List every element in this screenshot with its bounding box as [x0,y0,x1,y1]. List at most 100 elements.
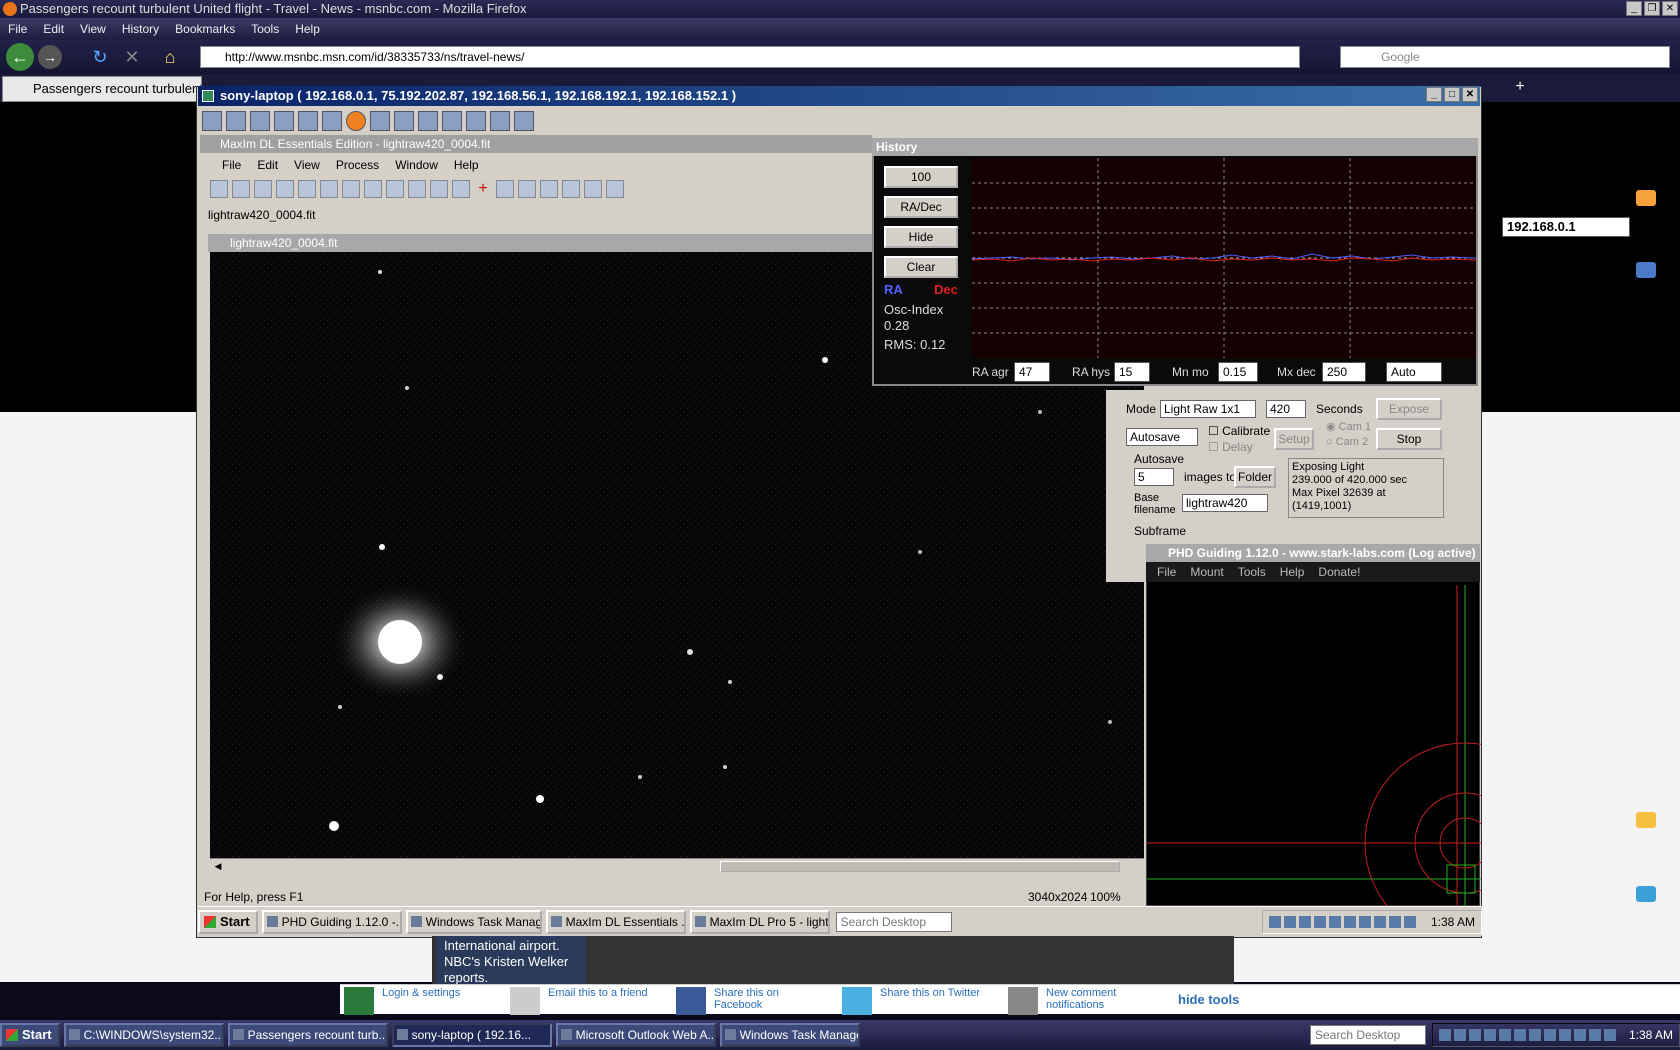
fullscreen-icon[interactable] [394,111,414,131]
tray-icon[interactable] [1513,1029,1526,1041]
toolbar-icon-8[interactable] [370,111,390,131]
settings-icon[interactable] [364,180,382,198]
monitor-icon[interactable] [418,111,438,131]
remote-maximize-button[interactable]: □ [1444,87,1460,102]
maxim-menu-process[interactable]: Process [328,155,387,175]
zoom-out-icon[interactable] [408,180,426,198]
expose-button[interactable]: Expose [1376,398,1442,420]
minimize-button[interactable]: _ [1626,1,1642,16]
base-filename-input[interactable]: lightraw420 [1182,494,1268,512]
tray-icon[interactable] [1388,915,1401,928]
mn-mo-input[interactable]: 0.15 [1218,362,1258,382]
reload-icon[interactable]: ↻ [86,43,114,71]
tray-icon[interactable] [1558,1029,1571,1041]
remote-task-phd[interactable]: PHD Guiding 1.12.0 -... [261,909,402,934]
forward-button[interactable]: → [38,45,62,69]
tray-icon[interactable] [1268,915,1281,928]
ra-hys-input[interactable]: 15 [1114,362,1150,382]
tray-icon[interactable] [1373,915,1386,928]
tray-icon[interactable] [1468,1029,1481,1041]
stop-button[interactable]: Stop [1376,428,1442,450]
tray-icon[interactable] [1313,915,1326,928]
histogram-icon[interactable] [452,180,470,198]
autosave-select[interactable]: Autosave [1126,428,1198,446]
save-icon[interactable] [232,180,250,198]
tab-msnbc[interactable]: Passengers recount turbulent... [2,76,202,102]
menu-file[interactable]: File [0,18,35,40]
remote-start-button[interactable]: Start [198,909,258,934]
toolbar-icon-3[interactable] [250,111,270,131]
mode-select[interactable]: Light Raw 1x1 [1160,400,1256,418]
history-100-button[interactable]: 100 [884,166,958,188]
cam2-radio[interactable]: ○ Cam 2 [1326,436,1368,448]
redo-icon[interactable] [298,180,316,198]
tray-icon[interactable] [1438,1029,1451,1041]
chat-icon[interactable] [514,111,534,131]
back-button[interactable]: ← [6,43,34,71]
tray-icon[interactable] [1403,915,1416,928]
refresh-icon[interactable] [274,111,294,131]
transfer-icon[interactable] [442,111,462,131]
autosave-count-input[interactable]: 5 [1134,468,1174,486]
tool-icon-19[interactable] [606,180,624,198]
comment-icon[interactable] [1636,812,1656,828]
tray-icon[interactable] [1453,1029,1466,1041]
new-tab-button[interactable]: + [1510,78,1530,98]
task-cmd[interactable]: C:\WINDOWS\system32... [63,1023,224,1047]
remote-task-maxim-ess[interactable]: MaxIm DL Essentials ... [545,909,686,934]
tray-icon[interactable] [1603,1029,1616,1041]
history-radec-button[interactable]: RA/Dec [884,196,958,218]
camera-control-icon[interactable] [342,180,360,198]
tray-icon[interactable] [1483,1029,1496,1041]
windows-icon[interactable] [298,111,318,131]
url-bar[interactable]: http://www.msnbc.msn.com/id/38335733/ns/… [200,46,1300,68]
share-icon[interactable] [1636,886,1656,902]
tray-icon[interactable] [1528,1029,1541,1041]
toolbar-icon-13[interactable] [490,111,510,131]
info-icon[interactable] [430,180,448,198]
email-link[interactable]: Email this to a friend [510,987,650,1015]
menu-tools[interactable]: Tools [243,18,287,40]
twitter-link[interactable]: Share this on Twitter [842,987,982,1015]
close-button[interactable]: ✕ [1662,1,1678,16]
phd-menu-file[interactable]: File [1150,562,1183,582]
mx-dec-input[interactable]: 250 [1322,362,1366,382]
home-icon[interactable]: ⌂ [156,43,184,71]
video-icon[interactable] [1636,190,1656,206]
dec-mode-select[interactable]: Auto [1386,362,1442,382]
zoom-in-icon[interactable] [386,180,404,198]
tray-icon[interactable] [1588,1029,1601,1041]
tool-icon-15[interactable] [518,180,536,198]
ip-address-field[interactable]: 192.168.0.1 [1502,217,1630,237]
tool-icon-18[interactable] [584,180,602,198]
menu-edit[interactable]: Edit [35,18,72,40]
tray-icon[interactable] [1328,915,1341,928]
search-bar[interactable]: Google [1340,46,1670,68]
tool-icon-16[interactable] [540,180,558,198]
phd-menu-tools[interactable]: Tools [1231,562,1273,582]
task-outlook[interactable]: Microsoft Outlook Web A... [555,1023,716,1047]
maxim-menu-edit[interactable]: Edit [249,155,286,175]
menu-history[interactable]: History [114,18,167,40]
toolbar-icon-6[interactable] [322,111,342,131]
select-icon[interactable] [496,180,514,198]
comment-notifications-link[interactable]: New comment notifications [1008,987,1168,1015]
menu-bookmarks[interactable]: Bookmarks [167,18,243,40]
start-button[interactable]: Start [0,1023,60,1047]
maxim-menu-help[interactable]: Help [446,155,487,175]
alert-icon[interactable] [346,111,366,131]
scroll-thumb[interactable] [720,861,1120,872]
maxim-menu-view[interactable]: View [286,155,328,175]
menu-view[interactable]: View [72,18,114,40]
hide-tools-link[interactable]: hide tools [1178,987,1278,1015]
horizontal-scrollbar[interactable]: ◀ [210,858,1144,874]
sidebar-icon[interactable] [1636,262,1656,278]
toolbar-icon-2[interactable] [226,111,246,131]
history-hide-button[interactable]: Hide [884,226,958,248]
tool-icon-17[interactable] [562,180,580,198]
folder-button[interactable]: Folder [1234,466,1276,488]
tray-icon[interactable] [1543,1029,1556,1041]
calibrate-checkbox[interactable]: ☐ Calibrate [1208,424,1270,438]
remote-task-taskmgr[interactable]: Windows Task Manager [405,909,542,934]
tray-icon[interactable] [1573,1029,1586,1041]
